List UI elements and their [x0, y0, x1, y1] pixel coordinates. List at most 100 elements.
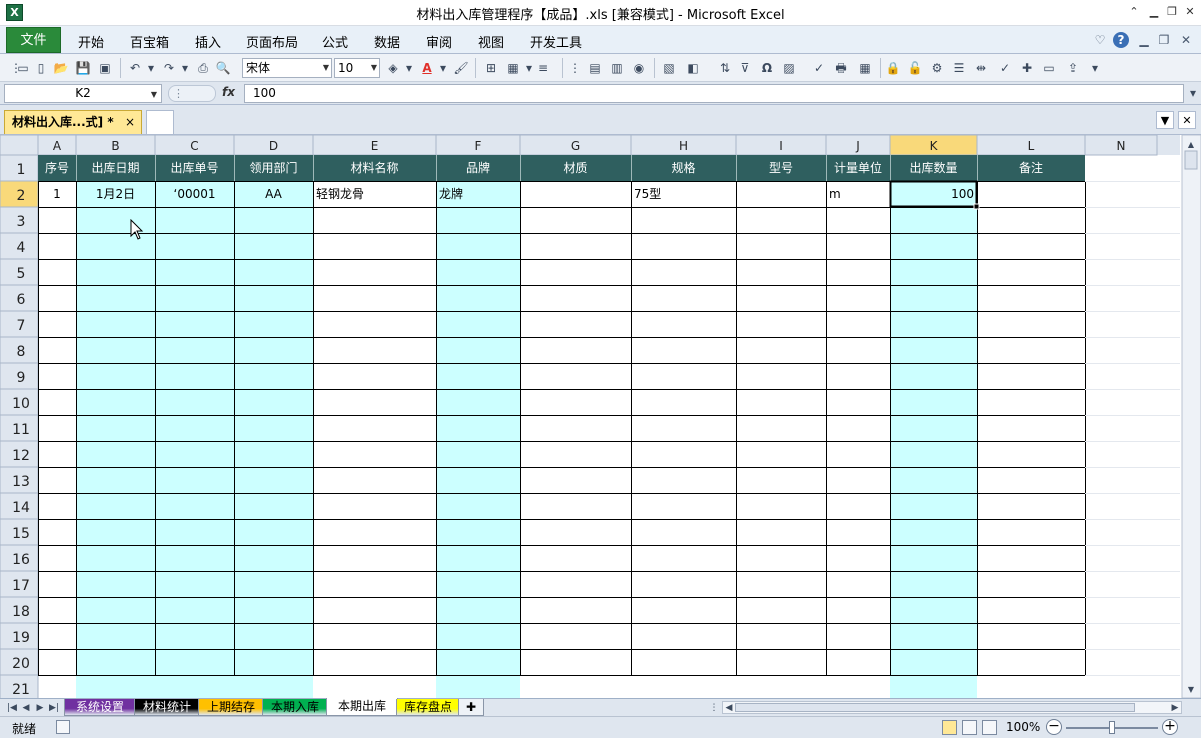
sheet-tab-4[interactable]: 本期入库	[262, 699, 328, 716]
table-cell-F2[interactable]: 龙牌	[439, 187, 463, 201]
format-painter-icon[interactable]: 🖌	[452, 59, 470, 77]
font-color-dropdown-icon[interactable]: ▾	[434, 59, 452, 77]
freeze-pane-icon[interactable]: ▧	[660, 59, 678, 77]
save-icon[interactable]: 💾	[74, 59, 92, 77]
window-icon[interactable]: ▭	[1040, 59, 1058, 77]
zoom-in-icon[interactable]: +	[1162, 719, 1178, 735]
table-cell-J2[interactable]: m	[829, 187, 841, 201]
tab-formulas[interactable]: 公式	[322, 32, 348, 51]
save-as-icon[interactable]: ▣	[96, 59, 114, 77]
zoom-slider-thumb[interactable]	[1109, 721, 1115, 734]
restore-window-icon[interactable]: ❐	[1164, 4, 1180, 20]
table-cell-D2[interactable]: AA	[265, 187, 283, 201]
export-icon[interactable]: ⇪	[1064, 59, 1082, 77]
tab-toolbox[interactable]: 百宝箱	[130, 32, 169, 51]
sheet-tab-2[interactable]: 材料统计	[134, 699, 200, 716]
next-sheet-icon[interactable]: ▶	[34, 701, 46, 715]
zoom-level[interactable]: 100%	[1006, 720, 1040, 734]
sheet-tab-3[interactable]: 上期结存	[198, 699, 264, 716]
pin-icon[interactable]: ✚	[1018, 59, 1036, 77]
chart-icon[interactable]: ◧	[684, 59, 702, 77]
workbook-restore-icon[interactable]: ❐	[1156, 32, 1172, 48]
table-cell-A2[interactable]: 1	[53, 187, 61, 201]
check-list-icon[interactable]: ✓	[810, 59, 828, 77]
workbook-close-icon[interactable]: ✕	[1178, 32, 1194, 48]
tab-review[interactable]: 审阅	[426, 32, 452, 51]
insert-sheet-icon[interactable]: ✚	[458, 699, 484, 716]
macro-record-icon[interactable]	[56, 720, 70, 734]
sheet-tab-6[interactable]: 库存盘点	[396, 699, 460, 716]
list-icon[interactable]: ☰	[950, 59, 968, 77]
table-cell-E2[interactable]: 轻钢龙骨	[316, 187, 364, 201]
select-all-corner[interactable]	[0, 135, 39, 156]
tab-insert[interactable]: 插入	[195, 32, 221, 51]
name-box[interactable]: K2 ▼	[4, 84, 162, 103]
tab-home[interactable]: 开始	[78, 32, 104, 51]
tab-split-handle-icon[interactable]: ⋮	[708, 701, 720, 715]
calculator-icon[interactable]: ▦	[856, 59, 874, 77]
redo-dropdown-icon[interactable]: ▾	[176, 59, 194, 77]
formula-input[interactable]: 100	[244, 84, 1184, 103]
delete-row-icon[interactable]: ▥	[608, 59, 626, 77]
unlock-icon[interactable]: 🔓	[906, 59, 924, 77]
chevron-down-icon[interactable]: ▼	[151, 86, 157, 103]
scroll-right-icon[interactable]: ▶	[1169, 701, 1181, 715]
symbol-omega-icon[interactable]: Ω	[758, 59, 776, 77]
horizontal-scrollbar[interactable]: ◀ ▶	[722, 701, 1182, 714]
first-sheet-icon[interactable]: |◀	[6, 701, 18, 715]
zoom-out-icon[interactable]: −	[1046, 719, 1062, 735]
fill-color-dropdown-icon[interactable]: ▾	[400, 59, 418, 77]
formula-controls[interactable]: ⋮	[168, 85, 216, 102]
table-cell-K2[interactable]: 100	[951, 187, 974, 201]
prev-sheet-icon[interactable]: ◀	[20, 701, 32, 715]
ribbon-minimize-icon[interactable]: ⌃	[1126, 4, 1142, 20]
page-break-view-icon[interactable]	[982, 720, 997, 735]
new-workbook-tab[interactable]	[146, 110, 174, 134]
ribbon-collapse-icon[interactable]: ♡	[1092, 32, 1108, 48]
merge-icon[interactable]: ⋮	[566, 59, 584, 77]
scroll-up-icon[interactable]: ▲	[1188, 140, 1195, 149]
close-window-icon[interactable]: ✕	[1182, 4, 1198, 20]
new-doc-icon[interactable]: ▭	[14, 59, 32, 77]
printer-icon[interactable]: 🖶	[832, 59, 850, 77]
close-icon[interactable]: ×	[125, 111, 135, 133]
print-preview-icon[interactable]: ⎙	[194, 59, 212, 77]
scroll-left-icon[interactable]: ◀	[723, 701, 735, 715]
table-cell-B2[interactable]: 1月2日	[96, 187, 135, 201]
sheet-tab-5[interactable]: 本期出库	[326, 698, 398, 716]
workbook-minimize-icon[interactable]: ▁	[1136, 32, 1152, 48]
scroll-down-icon[interactable]: ▼	[1188, 685, 1195, 694]
minimize-window-icon[interactable]: ▁	[1146, 4, 1162, 20]
font-size-select[interactable]: 10 ▼	[334, 58, 380, 78]
align-icon[interactable]: ≡	[534, 59, 552, 77]
spreadsheet-grid[interactable]: A B C D E F G H I J K L N123456789101112131415161718…	[0, 135, 1201, 698]
workbook-close-icon[interactable]: ✕	[1178, 111, 1196, 129]
tab-data[interactable]: 数据	[374, 32, 400, 51]
last-sheet-icon[interactable]: ▶|	[48, 701, 60, 715]
vertical-scroll-thumb[interactable]	[1184, 150, 1198, 170]
page-layout-view-icon[interactable]	[962, 720, 977, 735]
tab-developer[interactable]: 开发工具	[530, 32, 582, 51]
settings-gear-icon[interactable]: ⚙	[928, 59, 946, 77]
open-folder-icon[interactable]: 📂	[52, 59, 70, 77]
toolbar-more-icon[interactable]: ▾	[1086, 59, 1104, 77]
horizontal-scroll-thumb[interactable]	[735, 703, 1135, 712]
tab-view[interactable]: 视图	[478, 32, 504, 51]
tab-file[interactable]: 文件	[6, 27, 61, 53]
filter-icon[interactable]: ⊽	[736, 59, 754, 77]
column-width-icon[interactable]: ⇹	[972, 59, 990, 77]
camera-icon[interactable]: ◉	[630, 59, 648, 77]
help-icon[interactable]: ?	[1113, 32, 1129, 48]
undo-dropdown-icon[interactable]: ▾	[142, 59, 160, 77]
formula-expand-icon[interactable]: ▾	[1184, 84, 1201, 102]
workbook-list-chevron-icon[interactable]: ▼	[1156, 111, 1174, 129]
tick-mark-icon[interactable]: ✓	[996, 59, 1014, 77]
blank-doc-icon[interactable]: ▯	[32, 59, 50, 77]
vertical-scrollbar[interactable]	[1181, 135, 1201, 698]
zoom-preview-icon[interactable]: 🔍	[214, 59, 232, 77]
insert-row-icon[interactable]: ▤	[586, 59, 604, 77]
borders-icon[interactable]: ⊞	[482, 59, 500, 77]
sheet-tab-1[interactable]: 系统设置	[64, 699, 136, 716]
sort-icon[interactable]: ⇅	[716, 59, 734, 77]
fill-handle[interactable]	[973, 203, 980, 210]
